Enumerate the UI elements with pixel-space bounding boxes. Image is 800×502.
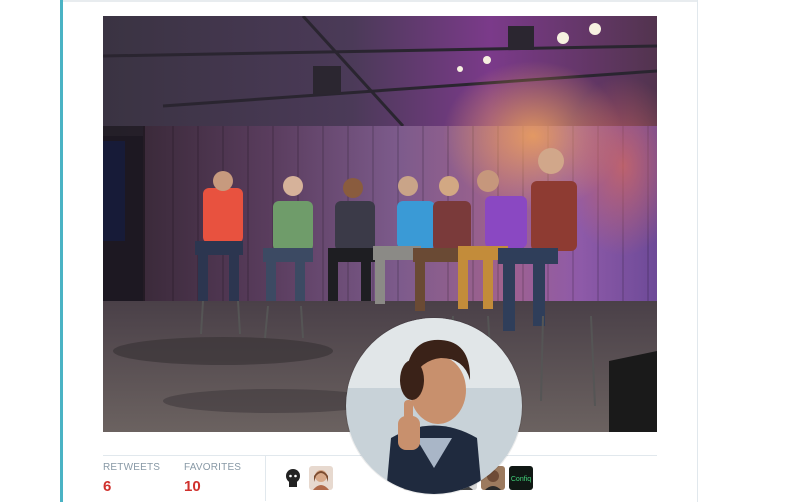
- confiq-logo-text: Confiq: [511, 476, 531, 483]
- favorites-stat[interactable]: FAVORITES 10: [184, 462, 241, 495]
- profile-photo-overlay: [346, 318, 522, 494]
- retweets-stat[interactable]: RETWEETS 6: [103, 462, 160, 495]
- favoriter-avatar[interactable]: Confiq: [509, 466, 533, 490]
- favoriter-avatar[interactable]: [309, 466, 333, 490]
- retweets-label: RETWEETS: [103, 462, 161, 473]
- stats-divider: [265, 456, 266, 501]
- card-top-rule: [63, 0, 697, 2]
- retweets-count: 6: [103, 478, 112, 495]
- favoriter-avatar[interactable]: [281, 466, 305, 490]
- tweet-card: RETWEETS 6 FAVORITES 10 Confiq: [63, 0, 698, 502]
- favorites-label: FAVORITES: [184, 462, 242, 473]
- avatar-woman: [309, 466, 333, 490]
- left-gutter: [0, 0, 60, 502]
- octocat-icon: [281, 466, 305, 490]
- favorites-count: 10: [184, 478, 201, 495]
